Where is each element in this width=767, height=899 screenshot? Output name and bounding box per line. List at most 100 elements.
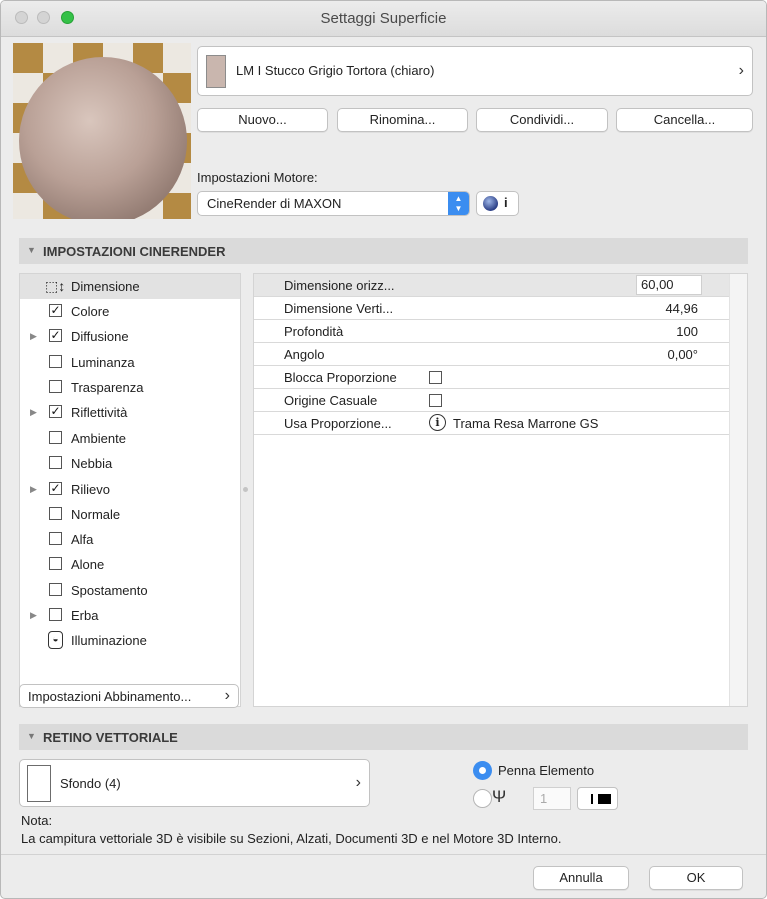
channel-item-normale[interactable]: Normale [20, 502, 240, 527]
channel-checkbox[interactable] [49, 583, 62, 596]
ok-button[interactable]: OK [649, 866, 743, 890]
stepper-icon: ▲ ▼ [448, 192, 469, 215]
channel-label: Spostamento [71, 583, 148, 598]
cinerender-section-header[interactable]: ▼ IMPOSTAZIONI CINERENDER [19, 238, 748, 264]
rename-button[interactable]: Rinomina... [337, 108, 468, 132]
channel-item-illuminazione[interactable]: ◒ Illuminazione [20, 628, 240, 653]
property-name: Angolo [284, 347, 325, 362]
lock-ratio-checkbox[interactable] [429, 371, 442, 384]
property-row-depth[interactable]: Profondità 100 [254, 320, 730, 343]
channel-checkbox[interactable] [49, 507, 62, 520]
channel-checkbox[interactable] [49, 532, 62, 545]
property-row-width[interactable]: Dimensione orizz... 60,00 [254, 274, 730, 297]
matching-settings-button[interactable]: Impostazioni Abbinamento... › [19, 684, 239, 708]
channel-list: ⬚↕ Dimensione ✓ Colore ▶ ✓ Diffusione Lu… [19, 273, 241, 707]
delete-button[interactable]: Cancella... [616, 108, 753, 132]
engine-info-button[interactable]: i [476, 191, 519, 216]
surface-preview [13, 43, 191, 219]
share-button[interactable]: Condividi... [476, 108, 608, 132]
property-row-random-origin[interactable]: Origine Casuale [254, 389, 730, 412]
channel-checkbox[interactable]: ✓ [49, 304, 62, 317]
info-icon[interactable]: i [429, 414, 446, 431]
element-pen-radio[interactable] [473, 761, 492, 780]
channel-item-nebbia[interactable]: Nebbia [20, 451, 240, 476]
fill-swatch [27, 765, 51, 802]
surface-selector[interactable]: LM I Stucco Grigio Tortora (chiaro) › [197, 46, 753, 96]
channel-label: Riflettività [71, 405, 128, 420]
property-row-angle[interactable]: Angolo 0,00° [254, 343, 730, 366]
chevron-right-icon: › [224, 687, 230, 704]
channel-item-rilievo[interactable]: ▶ ✓ Rilievo [20, 477, 240, 502]
property-name: Usa Proporzione... [284, 416, 392, 431]
channel-item-dimensione[interactable]: ⬚↕ Dimensione [20, 274, 240, 299]
channel-label: Erba [71, 608, 99, 623]
property-row-use-ratio[interactable]: Usa Proporzione... i Trama Resa Marrone … [254, 412, 730, 435]
custom-pen-radio[interactable] [473, 789, 492, 808]
engine-info-letter: i [504, 195, 508, 210]
channel-label: Alfa [71, 532, 94, 547]
dimension-icon: ⬚↕ [45, 278, 66, 294]
channel-checkbox[interactable] [49, 431, 62, 444]
pen-color-picker[interactable] [577, 787, 618, 810]
channel-checkbox[interactable] [49, 456, 62, 469]
triangle-down-icon: ▼ [27, 731, 36, 741]
channel-label: Dimensione [71, 279, 140, 294]
channel-item-alone[interactable]: Alone [20, 552, 240, 577]
channel-label: Colore [71, 304, 110, 319]
footer-divider [1, 854, 766, 855]
channel-checkbox[interactable] [49, 608, 62, 621]
chevron-right-icon: › [738, 62, 744, 79]
engine-settings-label: Impostazioni Motore: [197, 170, 318, 185]
title-bar: Settaggi Superficie [1, 1, 766, 37]
splitter-handle[interactable] [243, 487, 248, 492]
channel-item-ambiente[interactable]: Ambiente [20, 426, 240, 451]
channel-checkbox[interactable]: ✓ [49, 482, 62, 495]
properties-scrollbar[interactable] [729, 274, 747, 706]
disclosure-triangle-icon[interactable]: ▶ [30, 407, 37, 418]
use-ratio-value: Trama Resa Marrone GS [453, 416, 599, 431]
channel-label: Diffusione [71, 329, 129, 344]
angle-value[interactable]: 0,00° [667, 347, 698, 362]
channel-item-colore[interactable]: ✓ Colore [20, 299, 240, 324]
width-input[interactable]: 60,00 [636, 275, 702, 295]
engine-select[interactable]: CineRender di MAXON ▲ ▼ [197, 191, 470, 216]
new-button[interactable]: Nuovo... [197, 108, 328, 132]
random-origin-checkbox[interactable] [429, 394, 442, 407]
fill-name: Sfondo (4) [60, 776, 121, 791]
disclosure-triangle-icon[interactable]: ▶ [30, 610, 37, 621]
height-value[interactable]: 44,96 [665, 301, 698, 316]
channel-item-erba[interactable]: ▶ Erba [20, 603, 240, 628]
window-title: Settaggi Superficie [320, 10, 447, 27]
channel-checkbox[interactable]: ✓ [49, 329, 62, 342]
channel-label: Luminanza [71, 355, 135, 370]
cancel-button[interactable]: Annulla [533, 866, 629, 890]
preview-sphere [19, 57, 187, 219]
channel-checkbox[interactable] [49, 557, 62, 570]
channel-label: Trasparenza [71, 380, 144, 395]
surface-swatch [206, 55, 226, 88]
matching-settings-label: Impostazioni Abbinamento... [28, 689, 192, 704]
channel-item-trasparenza[interactable]: Trasparenza [20, 375, 240, 400]
vector-fill-section-title: RETINO VETTORIALE [43, 730, 178, 745]
vector-fill-section-header[interactable]: ▼ RETINO VETTORIALE [19, 724, 748, 750]
channel-checkbox[interactable] [49, 355, 62, 368]
cinerender-sphere-icon [483, 196, 498, 211]
property-row-lock-ratio[interactable]: Blocca Proporzione [254, 366, 730, 389]
pen-number-input[interactable]: 1 [533, 787, 571, 810]
light-bulb-icon: ◒ [48, 631, 63, 649]
disclosure-triangle-icon[interactable]: ▶ [30, 331, 37, 342]
channel-item-spostamento[interactable]: Spostamento [20, 578, 240, 603]
channel-checkbox[interactable]: ✓ [49, 405, 62, 418]
property-row-height[interactable]: Dimensione Verti... 44,96 [254, 297, 730, 320]
depth-value[interactable]: 100 [676, 324, 698, 339]
channel-label: Rilievo [71, 482, 111, 497]
pen-weight-icon [591, 794, 593, 804]
channel-item-diffusione[interactable]: ▶ ✓ Diffusione [20, 324, 240, 349]
disclosure-triangle-icon[interactable]: ▶ [30, 484, 37, 495]
channel-item-riflettivita[interactable]: ▶ ✓ Riflettività [20, 400, 240, 425]
channel-item-alfa[interactable]: Alfa [20, 527, 240, 552]
channel-checkbox[interactable] [49, 380, 62, 393]
channel-item-luminanza[interactable]: Luminanza [20, 350, 240, 375]
vector-fill-selector[interactable]: Sfondo (4) › [19, 759, 370, 807]
channel-label: Nebbia [71, 456, 113, 471]
